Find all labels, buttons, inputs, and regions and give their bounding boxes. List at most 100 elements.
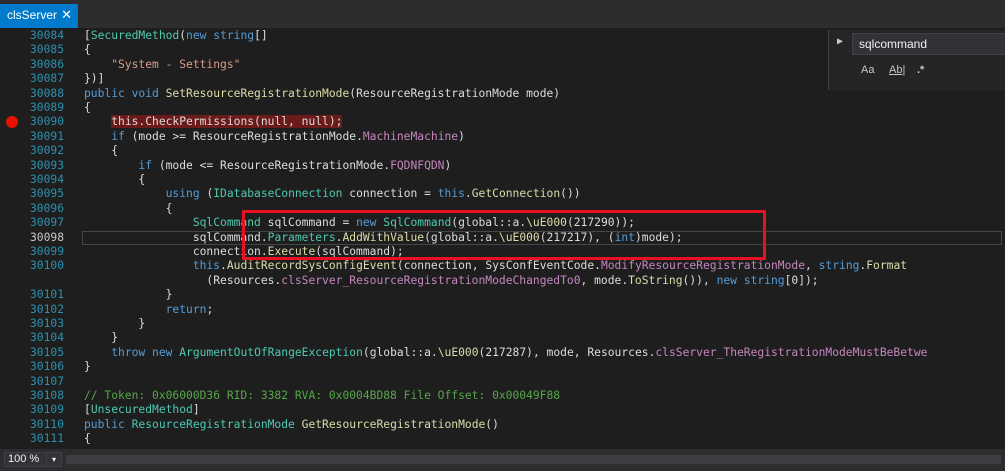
code-line: 30101 }: [0, 288, 1005, 302]
code-text[interactable]: {: [84, 43, 91, 57]
code-text[interactable]: using (IDatabaseConnection connection = …: [84, 187, 581, 201]
line-number: 30096: [29, 201, 64, 215]
code-token: IDatabaseConnection: [213, 187, 343, 201]
code-line: 30095 using (IDatabaseConnection connect…: [0, 187, 1005, 201]
code-line: 30093 if (mode <= ResourceRegistrationMo…: [0, 159, 1005, 173]
code-token: , mode.: [580, 273, 629, 287]
line-number: 30109: [29, 403, 64, 417]
code-token: \uE000: [437, 345, 479, 359]
code-token: "System - Settings": [84, 57, 241, 71]
code-token: clsServer_TheRegistrationModeMustBeBetwe: [655, 345, 928, 359]
code-text[interactable]: {: [84, 144, 118, 158]
code-token: ]: [192, 403, 200, 417]
code-token: ResourceRegistrationMode: [131, 417, 302, 431]
code-text[interactable]: {: [84, 201, 173, 216]
code-line: 30109 [UnsecuredMethod]: [0, 403, 1005, 417]
code-text[interactable]: {: [84, 101, 91, 115]
line-number: 30097: [29, 216, 64, 230]
code-token: ()),: [682, 273, 717, 287]
code-token: public: [84, 417, 132, 431]
line-number: 30108: [29, 389, 64, 402]
code-token: (ResourceRegistrationMode mode): [349, 86, 561, 100]
code-token: string: [818, 259, 860, 273]
code-text[interactable]: return;: [84, 303, 214, 317]
code-token: (mode >= ResourceRegistrationMode.: [131, 129, 363, 143]
code-token: (): [485, 417, 499, 431]
code-token: {: [84, 432, 91, 446]
line-number: 30110: [29, 417, 64, 431]
breakpoint-icon[interactable]: [6, 116, 18, 129]
code-text[interactable]: public ResourceRegistrationMode GetResou…: [84, 418, 499, 432]
code-text[interactable]: }: [84, 288, 173, 302]
code-text[interactable]: // Token: 0x06000D36 RID: 3382 RVA: 0x00…: [84, 389, 560, 403]
match-case-icon[interactable]: Aa: [861, 64, 874, 76]
code-token: clsServer_ResourceRegistrationModeChange…: [281, 273, 581, 287]
code-line: 30094 {: [0, 173, 1005, 187]
code-token: SetResourceRegistrationMode: [165, 86, 350, 100]
code-token: FQDNFQDN: [390, 158, 445, 172]
tab-clsserver[interactable]: clsServer ✕: [0, 4, 78, 28]
code-token: // Token: 0x06000D36 RID: 3382 RVA: 0x00…: [84, 389, 561, 402]
zoom-select[interactable]: 100 % ▾: [4, 452, 62, 467]
code-token: [: [84, 403, 91, 417]
code-token: connection.: [84, 245, 268, 258]
code-text[interactable]: {: [84, 173, 145, 187]
code-token: ToString: [628, 273, 683, 287]
code-text[interactable]: if (mode >= ResourceRegistrationMode.Mac…: [84, 130, 465, 144]
code-line: 30102 return;: [0, 303, 1005, 317]
highlight-box: [242, 210, 766, 260]
code-text[interactable]: (Resources.clsServer_ResourceRegistratio…: [84, 273, 818, 288]
code-text[interactable]: this.AuditRecordSysConfigEvent(connectio…: [84, 259, 907, 273]
code-token: {: [84, 101, 91, 114]
code-token: {: [84, 201, 173, 215]
code-token: (217287), mode, Resources.: [478, 345, 656, 359]
horizontal-scrollbar[interactable]: [66, 455, 1001, 464]
code-text[interactable]: [UnsecuredMethod]: [84, 403, 200, 417]
code-token: {: [84, 43, 91, 57]
code-text[interactable]: })]: [84, 72, 104, 86]
code-line: (Resources.clsServer_ResourceRegistratio…: [0, 274, 1005, 288]
code-token: })]: [84, 72, 105, 86]
code-token: AuditRecordSysConfigEvent: [226, 259, 397, 273]
code-text[interactable]: throw new ArgumentOutOfRangeException(gl…: [84, 346, 927, 360]
code-text[interactable]: }: [84, 331, 118, 345]
whole-word-icon[interactable]: Ab|: [889, 64, 905, 76]
chevron-down-icon[interactable]: ▾: [46, 453, 61, 466]
code-text[interactable]: [SecuredMethod(new string[]: [84, 29, 268, 43]
code-text[interactable]: "System - Settings": [84, 58, 240, 72]
code-token: (connection, SysConfEventCode.: [396, 259, 601, 273]
close-icon[interactable]: ✕: [61, 7, 72, 23]
code-token: sqlCommand.: [84, 230, 268, 244]
code-text[interactable]: if (mode <= ResourceRegistrationMode.FQD…: [84, 159, 451, 173]
code-token: GetConnection: [471, 187, 561, 201]
code-text[interactable]: }: [84, 317, 145, 331]
code-text[interactable]: {: [84, 432, 91, 446]
code-token: Format: [866, 259, 908, 273]
code-token: (Resources.: [84, 273, 282, 287]
expand-replace-icon[interactable]: ▶: [837, 36, 843, 47]
code-token: UnsecuredMethod: [90, 403, 193, 417]
code-token: GetResourceRegistrationMode: [301, 417, 486, 431]
code-text[interactable]: }: [84, 360, 91, 374]
line-number: 30104: [29, 331, 64, 345]
regex-icon[interactable]: .*: [917, 64, 924, 76]
code-token: }: [84, 288, 173, 302]
code-text[interactable]: this.CheckPermissions(null, null);: [84, 115, 343, 129]
code-line: 30089 {: [0, 101, 1005, 115]
line-number: 30105: [29, 345, 64, 359]
code-token: this: [437, 187, 465, 201]
code-editor[interactable]: 30084 [SecuredMethod(new string[] 30085{30…: [0, 28, 1005, 449]
line-number: 30100: [29, 259, 64, 273]
code-token: if: [138, 158, 159, 172]
editor-bottom-bar: 100 % ▾: [0, 449, 1005, 471]
line-number: 30088: [29, 86, 64, 100]
code-line: 30090 this.CheckPermissions(null, null);: [0, 115, 1005, 129]
code-token: {: [84, 173, 146, 186]
find-input[interactable]: [852, 33, 1005, 55]
code-token: ArgumentOutOfRangeException: [179, 345, 363, 359]
code-text[interactable]: public void SetResourceRegistrationMode(…: [84, 87, 560, 101]
